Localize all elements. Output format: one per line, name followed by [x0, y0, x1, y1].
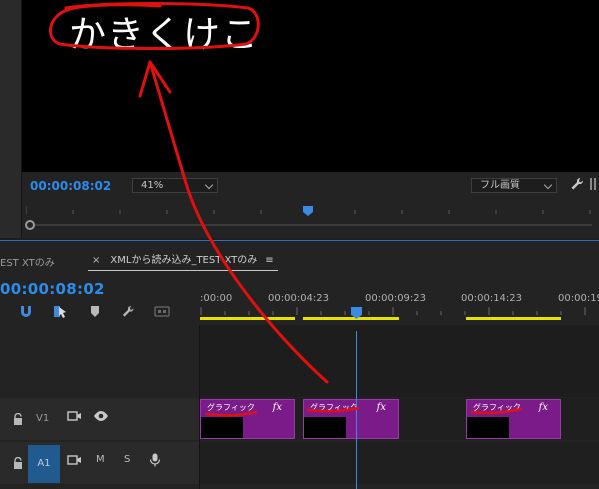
chevron-down-icon — [204, 180, 214, 190]
monitor-playhead[interactable] — [303, 206, 313, 216]
ruler-label: :00:00 — [200, 293, 233, 304]
monitor-left-edge — [0, 0, 22, 238]
chevron-down-icon — [543, 180, 553, 190]
fx-badge[interactable]: fx — [377, 402, 386, 413]
empty-track-area[interactable] — [200, 325, 599, 397]
wrench-icon[interactable] — [121, 305, 135, 318]
timeline-panel: EST XTのみ × XMLから読み込み_TEST XTのみ ≡ 00:00:08:… — [0, 240, 599, 489]
ruler-ticks — [200, 307, 586, 315]
clip-label: グラフィック — [207, 403, 255, 412]
clip-thumbnail — [201, 417, 243, 438]
monitor-controls: 00:00:08:02 41% フル画質 — [22, 172, 599, 238]
track-a1[interactable] — [200, 442, 599, 484]
panel-menu-icon[interactable]: ≡ — [265, 255, 273, 266]
fx-badge[interactable]: fx — [273, 402, 282, 413]
monitor-timecode[interactable]: 00:00:08:02 — [30, 179, 111, 193]
mute-button[interactable]: M — [96, 454, 105, 465]
clip-label: グラフィック — [310, 403, 358, 412]
fx-badge[interactable]: fx — [539, 402, 548, 413]
close-icon[interactable]: × — [92, 255, 100, 266]
zoom-level-select[interactable]: 41% — [132, 178, 218, 193]
ruler-label: 00:00:14:23 — [461, 293, 523, 304]
eye-icon[interactable] — [93, 409, 109, 423]
sync-lock-icon[interactable] — [66, 409, 82, 423]
tab-sequence-previous[interactable]: EST XTのみ — [0, 254, 55, 269]
zoom-level-value: 41% — [141, 180, 164, 191]
playback-resolution-select[interactable]: フル画質 — [471, 178, 557, 193]
timeline-ruler[interactable]: :00:00 00:00:04:23 00:00:09:23 00:00:14:… — [200, 285, 599, 325]
timeline-tools — [0, 301, 200, 321]
linked-selection-icon[interactable] — [53, 305, 67, 318]
program-monitor: かきくけこ 00:00:08:02 41% フル画質 — [0, 0, 599, 238]
track-name-v1: V1 — [36, 413, 50, 424]
add-marker-icon[interactable] — [88, 305, 102, 318]
work-area-bar[interactable] — [466, 317, 561, 320]
video-caption-text: かきくけこ — [69, 13, 259, 56]
ruler-label: 00:00:09:23 — [365, 293, 427, 304]
premiere-workspace: かきくけこ 00:00:08:02 41% フル画質 EST XTのみ × XM… — [0, 0, 599, 489]
scrollbar-handle[interactable] — [25, 220, 35, 230]
more-options-icon[interactable] — [588, 176, 598, 192]
track-header-v1: V1 — [0, 398, 199, 440]
snap-magnet-icon[interactable] — [19, 305, 33, 318]
captions-icon[interactable] — [154, 305, 170, 318]
timeline-tab-bar: EST XTのみ × XMLから読み込み_TEST XTのみ ≡ — [0, 241, 599, 275]
clip-label: グラフィック — [473, 403, 521, 412]
track-target-a1[interactable]: A1 — [28, 445, 60, 483]
scrollbar-track — [32, 224, 592, 226]
clip-thumbnail — [304, 417, 346, 438]
microphone-icon[interactable] — [147, 453, 163, 467]
work-area-bar[interactable] — [303, 317, 399, 320]
video-preview[interactable]: かきくけこ — [22, 0, 599, 172]
ruler-label: 00:00:19 — [558, 293, 599, 304]
timeline-playhead-line[interactable] — [356, 331, 357, 489]
track-v1[interactable]: グラフィック fx グラフィック fx グラフィック fx — [200, 398, 599, 440]
sync-lock-icon[interactable] — [66, 453, 82, 467]
graphic-clip[interactable]: グラフィック fx — [466, 399, 561, 439]
monitor-time-ruler[interactable] — [26, 206, 596, 216]
solo-button[interactable]: S — [124, 454, 130, 465]
lock-icon[interactable] — [13, 413, 23, 425]
graphic-clip[interactable]: グラフィック fx — [303, 399, 399, 439]
lock-icon[interactable] — [13, 457, 23, 469]
ruler-label: 00:00:04:23 — [268, 293, 330, 304]
tab-active-label: XMLから読み込み_TEST XTのみ — [110, 255, 258, 266]
monitor-zoom-scrollbar[interactable] — [22, 220, 599, 230]
tab-sequence-active[interactable]: × XMLから読み込み_TEST XTのみ ≡ — [88, 251, 278, 271]
timeline-timecode[interactable]: 00:00:08:02 — [0, 280, 105, 298]
graphic-clip[interactable]: グラフィック fx — [200, 399, 295, 439]
wrench-icon[interactable] — [570, 177, 584, 191]
clip-thumbnail — [467, 417, 509, 438]
work-area-bar[interactable] — [200, 317, 295, 320]
resolution-value: フル画質 — [480, 180, 520, 191]
track-header-a1: A1 M S — [0, 442, 199, 484]
